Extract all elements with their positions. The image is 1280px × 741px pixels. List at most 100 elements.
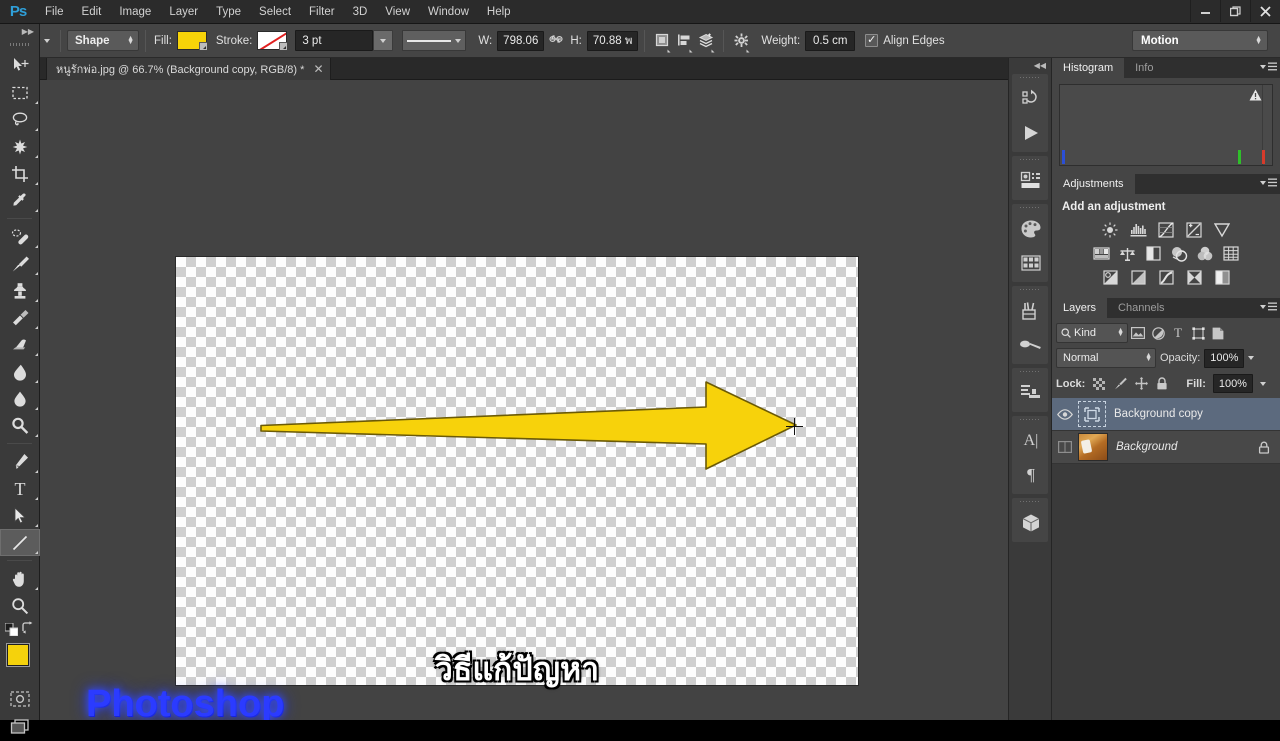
minimize-button[interactable]	[1190, 0, 1220, 22]
menu-edit[interactable]: Edit	[73, 0, 111, 24]
tool-dodge-tool[interactable]	[0, 412, 40, 439]
selective-color-icon[interactable]	[1186, 269, 1203, 286]
exposure-icon[interactable]	[1186, 221, 1203, 238]
hue-saturation-icon[interactable]	[1092, 245, 1110, 262]
color-lookup-icon[interactable]	[1223, 245, 1240, 262]
gear-icon[interactable]	[730, 30, 752, 52]
filter-pixel-icon[interactable]	[1128, 323, 1148, 343]
menu-window[interactable]: Window	[419, 0, 478, 24]
tool-clone-stamp-tool[interactable]	[0, 277, 40, 304]
tool-eraser-tool[interactable]	[0, 331, 40, 358]
dock-group-grip-5[interactable]	[1020, 368, 1040, 375]
tool-brush-tool[interactable]	[0, 250, 40, 277]
tool-quick-selection-tool[interactable]	[0, 133, 40, 160]
document-tab[interactable]: หนูรักพ่อ.jpg @ 66.7% (Background copy, …	[46, 58, 331, 80]
weight-input[interactable]: 0.5 cm	[805, 30, 856, 51]
fill-dropdown-icon[interactable]	[1259, 381, 1266, 386]
layers-panel-menu-icon[interactable]	[1260, 302, 1277, 311]
path-arrangement-icon[interactable]	[695, 30, 717, 52]
tool-eyedropper-tool[interactable]	[0, 187, 40, 214]
tool-line-tool[interactable]	[0, 529, 40, 556]
fill-input[interactable]: 100%	[1212, 374, 1253, 393]
tool-pen-tool[interactable]	[0, 448, 40, 475]
tab-layers[interactable]: Layers	[1052, 298, 1108, 318]
opacity-input[interactable]: 100%	[1204, 348, 1245, 368]
color-balance-icon[interactable]	[1119, 245, 1136, 262]
quick-mask-icon[interactable]	[0, 685, 40, 713]
tab-adjustments[interactable]: Adjustments	[1052, 174, 1135, 194]
dock-group-grip-4[interactable]	[1020, 286, 1040, 293]
properties-icon[interactable]	[1012, 164, 1050, 198]
curves-icon[interactable]	[1158, 221, 1175, 238]
layer-filter-kind-select[interactable]: Kind ▲ ▼	[1056, 323, 1128, 343]
menu-image[interactable]: Image	[110, 0, 160, 24]
dock-expand-icon[interactable]: ◀◀	[1009, 58, 1051, 72]
default-colors-icon[interactable]	[4, 622, 19, 639]
menu-type[interactable]: Type	[207, 0, 250, 24]
filter-adjustment-icon[interactable]	[1148, 323, 1168, 343]
menu-filter[interactable]: Filter	[300, 0, 344, 24]
shape-mode-select[interactable]: Shape ▲ ▼	[67, 30, 139, 51]
close-button[interactable]	[1250, 0, 1280, 22]
vibrance-icon[interactable]	[1214, 221, 1231, 238]
stroke-swatch[interactable]	[257, 31, 288, 50]
adjustments-panel-menu-icon[interactable]	[1260, 178, 1277, 187]
character-icon[interactable]: A|	[1012, 424, 1050, 458]
layer-row-background-copy[interactable]: Background copy	[1052, 398, 1280, 431]
yellow-arrow-shape[interactable]	[176, 257, 858, 685]
tool-blur-tool[interactable]	[0, 385, 40, 412]
tab-histogram[interactable]: Histogram	[1052, 58, 1125, 78]
gradient-map-icon[interactable]	[1214, 269, 1231, 286]
tool-spot-healing-brush-tool[interactable]	[0, 223, 40, 250]
lock-all-icon[interactable]	[1155, 377, 1169, 391]
link-width-height-icon[interactable]	[549, 33, 563, 48]
width-input[interactable]: 798.06	[497, 30, 545, 51]
actions-play-icon[interactable]	[1012, 116, 1050, 150]
path-alignment-icon[interactable]	[673, 30, 695, 52]
histogram-panel-menu-icon[interactable]	[1260, 62, 1277, 71]
brush-presets-icon[interactable]	[1012, 294, 1050, 328]
dock-group-grip-3[interactable]	[1020, 204, 1040, 211]
swap-colors-icon[interactable]	[21, 621, 34, 637]
layer-row-background[interactable]: Background	[1052, 431, 1280, 464]
dock-group-grip-1[interactable]	[1020, 74, 1040, 81]
lock-position-icon[interactable]	[1134, 377, 1148, 391]
blend-mode-select[interactable]: Normal ▲ ▼	[1056, 348, 1156, 368]
align-edges-checkbox[interactable]: ✓	[865, 34, 879, 47]
menu-file[interactable]: File	[36, 0, 73, 24]
document-canvas[interactable]: วิธีแก้ปัญหา	[176, 257, 858, 688]
foreground-color-swatch[interactable]	[7, 644, 29, 666]
layer-thumbnail-background[interactable]	[1078, 433, 1108, 461]
black-white-icon[interactable]	[1145, 245, 1162, 262]
dock-group-grip-7[interactable]	[1020, 498, 1040, 505]
brightness-contrast-icon[interactable]	[1102, 221, 1119, 238]
lock-image-pixels-icon[interactable]	[1113, 377, 1127, 391]
tool-zoom-tool[interactable]	[0, 592, 40, 619]
dock-group-grip-2[interactable]	[1020, 156, 1040, 163]
stroke-style-select[interactable]	[402, 30, 467, 51]
workspace-switcher[interactable]: Motion ▲ ▼	[1132, 30, 1268, 51]
menu-select[interactable]: Select	[250, 0, 300, 24]
threshold-icon[interactable]	[1158, 269, 1175, 286]
path-operations-icon[interactable]	[651, 30, 673, 52]
layer-visibility-toggle-background-copy[interactable]	[1052, 408, 1078, 420]
tab-info[interactable]: Info	[1124, 58, 1165, 78]
filter-type-icon[interactable]: T	[1168, 323, 1188, 343]
posterize-icon[interactable]	[1130, 269, 1147, 286]
tool-hand-tool[interactable]	[0, 565, 40, 592]
tool-path-selection-tool[interactable]	[0, 502, 40, 529]
menu-view[interactable]: View	[376, 0, 419, 24]
color-palette-icon[interactable]	[1012, 212, 1050, 246]
3d-cube-icon[interactable]	[1012, 506, 1050, 540]
tool-history-brush-tool[interactable]	[0, 304, 40, 331]
menu-3d[interactable]: 3D	[344, 0, 377, 24]
tool-preset-picker-caret-icon[interactable]	[40, 30, 54, 52]
lock-transparent-pixels-icon[interactable]	[1092, 377, 1106, 391]
filter-shape-icon[interactable]	[1188, 323, 1208, 343]
swatches-grid-icon[interactable]	[1012, 246, 1050, 280]
tab-channels[interactable]: Channels	[1107, 298, 1176, 318]
invert-icon[interactable]	[1102, 269, 1119, 286]
fill-swatch[interactable]	[176, 31, 207, 50]
tool-lasso-tool[interactable]	[0, 106, 40, 133]
tool-type-tool[interactable]: T	[0, 475, 40, 502]
